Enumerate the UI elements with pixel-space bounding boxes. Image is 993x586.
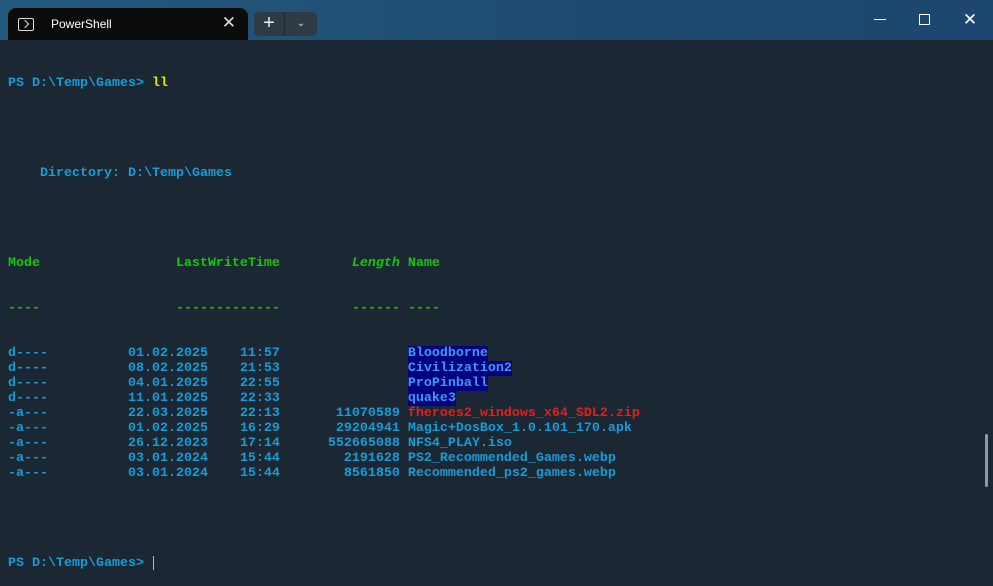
cursor [152,556,154,570]
table-row: -a--- 01.02.2025 16:29 29204941 Magic+DosBox… [8,421,640,436]
date-cell: 22.03.2025 [127,406,208,421]
time-cell: 11:57 [239,346,280,361]
powershell-icon [18,17,34,31]
header-row: Mode LastWriteTime Length Name [8,256,640,271]
prompt-line-current: PS D:\Temp\Games> [8,556,640,571]
length-cell [280,346,400,361]
new-tab-button[interactable]: + [254,12,285,36]
time-cell: 16:29 [239,421,280,436]
length-cell [280,391,400,406]
time-cell: 15:44 [239,466,280,481]
underline-time: ------------- [175,301,280,316]
length-cell: 552665088 [327,436,400,451]
time-cell: 21:53 [239,361,280,376]
length-cell: 29204941 [335,421,400,436]
date-cell: 01.02.2025 [127,346,208,361]
new-tab-group: + ⌄ [254,12,317,36]
length-cell [280,361,400,376]
name-cell: quake3 [407,391,456,406]
date-cell: 11.01.2025 [127,391,208,406]
table-row: d---- 08.02.2025 21:53 Civilization2 [8,361,640,376]
table-row: -a--- 26.12.2023 17:14 552665088 NFS4_PLAY.i… [8,436,640,451]
mode-cell: d---- [8,346,48,361]
date-cell: 04.01.2025 [127,376,208,391]
length-cell [280,376,400,391]
underline-name: ---- [407,301,440,316]
directory-line: Directory: D:\Temp\Games [8,166,232,181]
tab-close-icon[interactable]: ✕ [222,14,236,32]
mode-cell: -a--- [8,466,48,481]
name-cell: ProPinball [407,376,488,391]
name-cell: PS2_Recommended_Games.webp [407,451,616,466]
header-underline: ---- ------------- ------ ---- [8,301,640,316]
header-name: Name [407,256,440,271]
date-cell: 03.01.2024 [127,451,208,466]
maximize-button[interactable] [912,10,936,30]
name-cell: Magic+DosBox_1.0.101_170.apk [407,421,632,436]
table-row: d---- 01.02.2025 11:57 Bloodborne [8,346,640,361]
date-cell: 08.02.2025 [127,361,208,376]
table-row: d---- 04.01.2025 22:55 ProPinball [8,376,640,391]
time-cell: 22:13 [239,406,280,421]
command: ll [151,76,168,91]
table-row: d---- 11.01.2025 22:33 quake3 [8,391,640,406]
chevron-down-icon[interactable]: ⌄ [285,12,317,36]
length-cell: 11070589 [335,406,400,421]
name-cell: fheroes2_windows_x64_SDL2.zip [407,406,640,421]
name-cell: Civilization2 [407,361,512,376]
time-cell: 15:44 [239,451,280,466]
name-cell: Bloodborne [407,346,488,361]
mode-cell: -a--- [8,451,48,466]
title-bar: PowerShell ✕ + ⌄ ✕ [0,0,993,40]
minimize-button[interactable] [868,10,892,30]
prompt: PS D:\Temp\Games> [8,76,152,91]
table-row: -a--- 03.01.2024 15:44 2191628 PS2_Recommend… [8,451,640,466]
header-time: LastWriteTime [175,256,280,271]
table-row: -a--- 03.01.2024 15:44 8561850 Recommended_p… [8,466,640,481]
tab-title: PowerShell [51,17,112,31]
terminal-output[interactable]: PS D:\Temp\Games> ll Directory: D:\Temp\… [8,46,640,586]
time-cell: 17:14 [239,436,280,451]
tab-powershell[interactable]: PowerShell ✕ [8,8,248,40]
date-cell: 03.01.2024 [127,466,208,481]
name-cell: Recommended_ps2_games.webp [407,466,616,481]
mode-cell: -a--- [8,406,48,421]
header-mode: Mode [8,256,40,271]
underline-mode: ---- [8,301,40,316]
prompt: PS D:\Temp\Games> [8,556,152,571]
mode-cell: -a--- [8,421,48,436]
length-cell: 8561850 [343,466,400,481]
header-length: Length [351,256,400,271]
underline-length: ------ [351,301,400,316]
date-cell: 01.02.2025 [127,421,208,436]
time-cell: 22:33 [239,391,280,406]
mode-cell: d---- [8,391,48,406]
mode-cell: d---- [8,376,48,391]
mode-cell: -a--- [8,436,48,451]
prompt-line: PS D:\Temp\Games> ll [8,76,640,91]
close-window-button[interactable]: ✕ [958,10,982,30]
date-cell: 26.12.2023 [127,436,208,451]
name-cell: NFS4_PLAY.iso [407,436,512,451]
mode-cell: d---- [8,361,48,376]
scrollbar[interactable] [985,434,988,487]
table-row: -a--- 22.03.2025 22:13 11070589 fheroes2_win… [8,406,640,421]
time-cell: 22:55 [239,376,280,391]
length-cell: 2191628 [343,451,400,466]
